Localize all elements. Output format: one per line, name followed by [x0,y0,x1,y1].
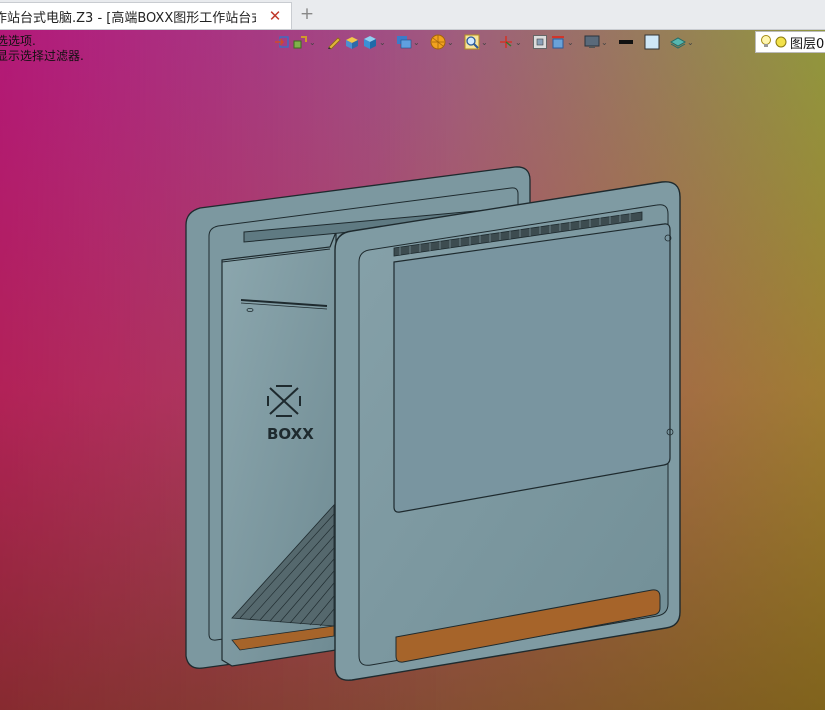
color-swatch-icon [644,34,660,50]
axis-icon [500,36,512,48]
fit-view-icon [533,35,547,49]
view-toolbar: ⌄ ⌄ ⌄ ⌄ ⌄ ⌄ ⌄ ⌄ ⌄ [274,31,694,53]
shade-box-icon [346,37,358,49]
chevron-down-icon: ⌄ [481,37,488,47]
layer-color-icon [775,36,787,48]
new-tab-button[interactable]: + [299,4,315,24]
sketch-button[interactable] [326,32,342,52]
display-button[interactable]: ⌄ [584,32,608,52]
color-button[interactable] [644,32,660,52]
close-icon[interactable]: ✕ [267,8,283,24]
input-icon [275,36,289,48]
zoom-icon [464,34,480,50]
layer-stack-button[interactable]: ⌄ [670,32,694,52]
svg-text:BOXX: BOXX [267,425,314,443]
hint-line: 显示选择过滤器. [0,49,84,63]
pen-icon [328,37,341,50]
line-style-button[interactable] [618,32,634,52]
chevron-down-icon: ⌄ [379,37,386,47]
chevron-down-icon: ⌄ [413,37,420,47]
document-tab-title: 作站台式电脑.Z3 - [高端BOXX图形工作站台式电脑] [0,10,256,26]
hint-line: 选选项. [0,34,36,48]
material-button[interactable]: ⌄ [430,32,454,52]
assembly-button[interactable]: ⌄ [292,32,316,52]
line-style-icon [619,40,633,44]
section-button[interactable]: ⌄ [550,32,574,52]
chevron-down-icon: ⌄ [447,37,454,47]
lightbulb-icon [761,35,771,47]
prompt-hints: 选选项. 显示选择过滤器. [0,34,84,64]
layer-label: 图层0 [790,36,825,52]
layer-selector[interactable]: 图层0 [755,31,825,53]
axis-button[interactable]: ⌄ [498,32,522,52]
chevron-down-icon: ⌄ [309,37,316,47]
render-mode-icon [397,36,412,49]
section-icon [552,36,564,49]
fit-view-button[interactable] [532,32,548,52]
chevron-down-icon: ⌄ [687,37,694,47]
chevron-down-icon: ⌄ [567,37,574,47]
input-button[interactable] [274,32,290,52]
layer-stack-icon [670,37,686,49]
render-mode-button[interactable]: ⌄ [396,32,420,52]
shade-button[interactable] [344,32,360,52]
view-cube-button[interactable]: ⌄ [362,32,386,52]
document-tab[interactable]: 作站台式电脑.Z3 - [高端BOXX图形工作站台式电脑] ✕ [0,2,292,29]
chevron-down-icon: ⌄ [515,37,522,47]
zoom-button[interactable]: ⌄ [464,32,488,52]
3d-viewport[interactable]: BOXX [0,0,825,710]
document-tabbar: 作站台式电脑.Z3 - [高端BOXX图形工作站台式电脑] ✕ + [0,0,825,30]
chevron-down-icon: ⌄ [601,37,608,47]
workstation-model[interactable]: BOXX [0,0,825,710]
display-icon [584,35,600,48]
orange-sphere-icon [430,34,446,50]
assembly-icon [293,36,307,49]
cube-view-icon [364,36,376,49]
